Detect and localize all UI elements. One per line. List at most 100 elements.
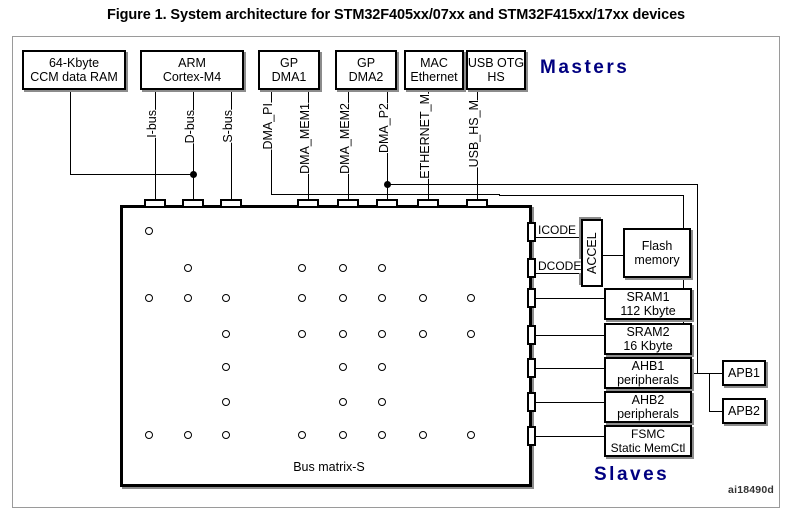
bus-label-ethernet-m: ETHERNET_M: [417, 94, 433, 179]
crosspoint-fsmc-ethernet-m: [418, 430, 427, 439]
bus-label-dma-mem1: DMA_MEM1: [297, 103, 313, 174]
port-tab-fsmc[interactable]: [527, 426, 536, 446]
slave-sram1-line2: 112 Kbyte: [620, 304, 676, 318]
slave-flash-line2: memory: [634, 253, 680, 267]
master-block-gp-dma2[interactable]: GP DMA2: [335, 50, 397, 90]
apb2-label: APB2: [728, 404, 760, 418]
port-tab-dcode[interactable]: [527, 258, 536, 278]
port-tab-d-bus[interactable]: [182, 199, 204, 208]
master-dma1-line2: DMA1: [271, 70, 307, 84]
line-ahb1-out: [692, 373, 710, 374]
port-tab-dma-mem2[interactable]: [337, 199, 359, 208]
port-tab-usb-hs-m[interactable]: [466, 199, 488, 208]
port-tab-sram1[interactable]: [527, 288, 536, 308]
slave-block-sram2[interactable]: SRAM2 16 Kbyte: [604, 323, 692, 355]
slave-flash-line1: Flash: [641, 239, 673, 253]
port-tab-dma-mem1[interactable]: [297, 199, 319, 208]
port-tab-i-bus[interactable]: [144, 199, 166, 208]
slave-ahb1-line1: AHB1: [631, 359, 665, 373]
crosspoint-ahb1-s-bus: [221, 362, 230, 371]
slave-block-ahb2-peripherals[interactable]: AHB2 peripherals: [604, 391, 692, 423]
line-dma-p2-right: [387, 184, 698, 185]
line-ccm-drop: [70, 90, 71, 175]
master-ccm-ram-line1: 64-Kbyte: [48, 56, 100, 70]
slave-sram2-line1: SRAM2: [626, 325, 670, 339]
junction-dma-p2: [384, 181, 391, 188]
bus-block-apb2[interactable]: APB2: [722, 398, 766, 424]
bus-label-usb-hs-m: USB_HS_M: [466, 100, 482, 168]
crosspoint-sram1-i-bus: [144, 293, 153, 302]
crosspoint-sram2-usb-hs-m: [466, 329, 475, 338]
port-tab-ahb2[interactable]: [527, 392, 536, 412]
crosspoint-fsmc-dma-p2: [377, 430, 386, 439]
bus-label-s-bus: S-bus: [220, 110, 236, 143]
slave-block-ahb1-peripherals[interactable]: AHB1 peripherals: [604, 357, 692, 389]
slave-accel-label: ACCEL: [585, 232, 599, 274]
slave-block-fsmc[interactable]: FSMC Static MemCtl: [604, 425, 692, 457]
bus-matrix: Bus matrix-S: [120, 205, 532, 487]
master-dma2-line2: DMA2: [348, 70, 384, 84]
master-block-usb-otg-hs[interactable]: USB OTG HS: [466, 50, 526, 90]
line-periph-right: [499, 195, 684, 196]
crosspoint-dcode-dma-mem2: [338, 263, 347, 272]
apb1-label: APB1: [728, 366, 760, 380]
crosspoint-dcode-dma-mem1: [297, 263, 306, 272]
master-usb-line2: HS: [487, 70, 505, 84]
slave-sram1-line1: SRAM1: [626, 290, 670, 304]
bus-matrix-label: Bus matrix-S: [293, 460, 365, 474]
master-cortex-line2: Cortex-M4: [162, 70, 222, 84]
crosspoint-sram1-dma-mem1: [297, 293, 306, 302]
bus-label-dma-p2: DMA_P2: [376, 103, 392, 154]
junction-ccm-dbus: [190, 171, 197, 178]
line-to-fsmc: [536, 436, 605, 437]
crosspoint-sram2-s-bus: [221, 329, 230, 338]
port-tab-ahb1[interactable]: [527, 358, 536, 378]
master-mac-line1: MAC: [420, 56, 448, 70]
line-icode: [536, 237, 583, 238]
master-block-cortex-m4[interactable]: ARM Cortex-M4: [140, 50, 244, 90]
slave-fsmc-line1: FSMC: [631, 427, 665, 441]
crosspoint-fsmc-i-bus: [144, 430, 153, 439]
master-dma2-line1: GP: [356, 56, 376, 70]
port-tab-s-bus[interactable]: [220, 199, 242, 208]
line-apb-bus-v: [709, 373, 710, 411]
master-block-gp-dma1[interactable]: GP DMA1: [258, 50, 320, 90]
crosspoint-ahb1-dma-p2: [377, 362, 386, 371]
port-tab-dma-p2[interactable]: [376, 199, 398, 208]
crosspoint-dcode-d-bus: [183, 263, 192, 272]
bus-label-d-bus: D-bus: [182, 110, 198, 144]
line-i-bus: [155, 90, 156, 205]
master-dma1-line1: GP: [279, 56, 299, 70]
slaves-heading: Slaves: [594, 464, 670, 485]
crosspoint-ahb1-dma-mem2: [338, 362, 347, 371]
line-to-ahb2: [536, 402, 605, 403]
port-tab-sram2[interactable]: [527, 325, 536, 345]
crosspoint-dcode-dma-p2: [377, 263, 386, 272]
slave-ahb2-line1: AHB2: [631, 393, 665, 407]
slave-sram2-line2: 16 Kbyte: [623, 339, 673, 353]
crosspoint-sram1-s-bus: [221, 293, 230, 302]
crosspoint-fsmc-s-bus: [221, 430, 230, 439]
master-block-mac-ethernet[interactable]: MAC Ethernet: [404, 50, 464, 90]
crosspoint-sram2-dma-mem1: [297, 329, 306, 338]
crosspoint-sram1-dma-mem2: [338, 293, 347, 302]
crosspoint-sram2-dma-p2: [377, 329, 386, 338]
crosspoint-sram1-dma-p2: [377, 293, 386, 302]
bus-block-apb1[interactable]: APB1: [722, 360, 766, 386]
slave-block-flash-memory[interactable]: Flash memory: [623, 228, 691, 278]
master-usb-line1: USB OTG: [467, 56, 525, 70]
slave-ahb2-line2: peripherals: [617, 407, 679, 421]
port-tab-icode[interactable]: [527, 222, 536, 242]
line-accel-to-flash: [602, 255, 624, 256]
crosspoint-fsmc-usb-hs-m: [466, 430, 475, 439]
line-apb1-in: [709, 373, 723, 374]
crosspoint-sram2-ethernet-m: [418, 329, 427, 338]
port-tab-ethernet-m[interactable]: [417, 199, 439, 208]
crosspoint-fsmc-d-bus: [183, 430, 192, 439]
master-block-ccm-ram[interactable]: 64-Kbyte CCM data RAM: [22, 50, 126, 90]
slave-block-sram1[interactable]: SRAM1 112 Kbyte: [604, 288, 692, 320]
crosspoint-fsmc-dma-mem2: [338, 430, 347, 439]
figure-page: Figure 1. System architecture for STM32F…: [0, 0, 792, 518]
crosspoint-icode-i-bus: [144, 226, 153, 235]
slave-block-accel[interactable]: ACCEL: [581, 219, 603, 287]
